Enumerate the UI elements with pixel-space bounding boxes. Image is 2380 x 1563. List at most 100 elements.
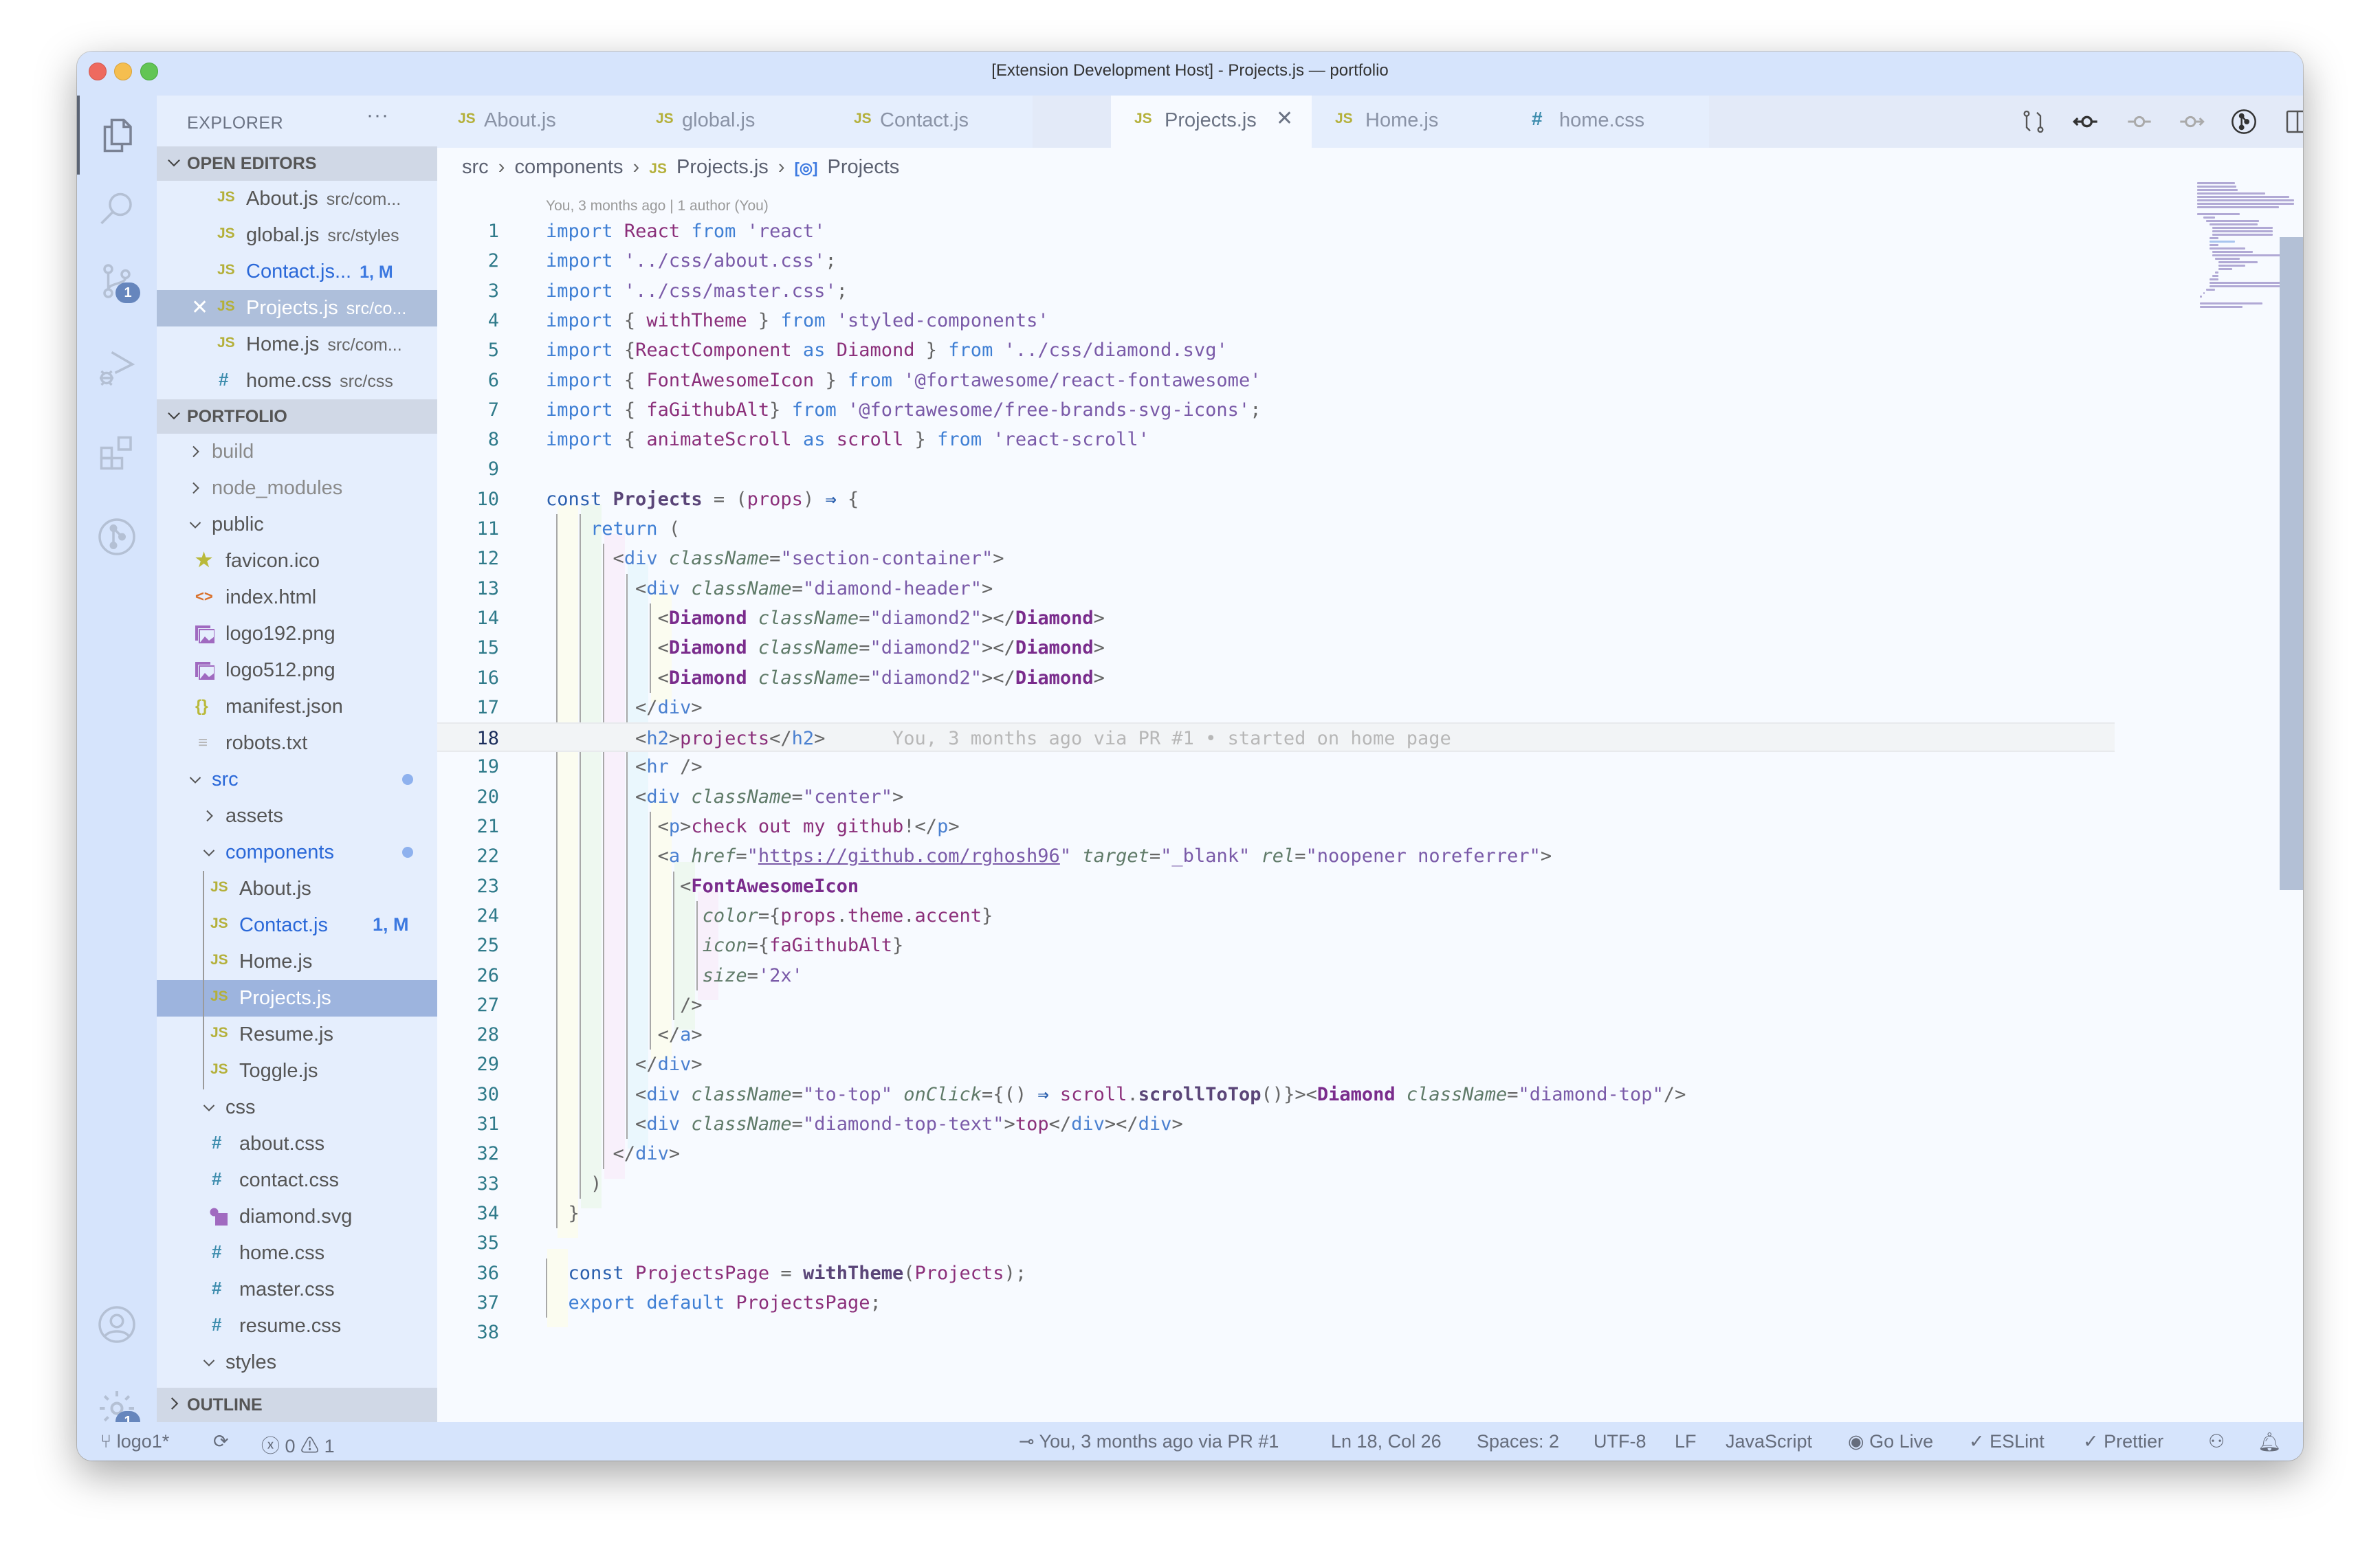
sync-icon[interactable]: ⟳ [213,1431,229,1452]
git-graph-icon[interactable] [2230,108,2258,135]
code-line[interactable]: 17 </div> [437,693,2303,722]
blame-status[interactable]: ⊸ You, 3 months ago via PR #1 [1019,1431,1279,1452]
code-line[interactable]: 20 <div className="center"> [437,782,2303,812]
code-line[interactable]: 23 <FontAwesomeIcon [437,872,2303,901]
code-editor[interactable]: src › components › JS Projects.js › [◎] … [437,148,2303,1422]
outline-header[interactable]: OUTLINE [157,1388,437,1422]
code-line[interactable]: 27 /> [437,990,2303,1020]
previous-change-arrow-icon[interactable] [2072,108,2100,135]
code-line[interactable]: 38 [437,1318,2303,1347]
tree-folder-src[interactable]: src [157,762,437,798]
search-icon[interactable] [96,189,137,230]
tree-folder-components[interactable]: components [157,834,437,871]
git-graph-icon[interactable] [96,516,137,557]
code-line[interactable]: 36 const ProjectsPage = withTheme(Projec… [437,1259,2303,1288]
close-editor-icon[interactable]: ✕ [191,296,208,320]
code-line[interactable]: 28 </a> [437,1020,2303,1050]
tree-file-about-css[interactable]: # about.css [157,1126,437,1162]
tab-projects-js[interactable]: JS Projects.js ✕ [1111,96,1312,148]
run-debug-icon[interactable] [96,347,137,388]
tree-folder-public[interactable]: public [157,507,437,543]
tree-file-favicon[interactable]: ★ favicon.ico [157,543,437,579]
code-line[interactable]: 26 size='2x' [437,961,2303,990]
code-line[interactable]: 8 import { animateScroll as scroll } from… [437,425,2303,454]
explorer-icon[interactable] [96,115,137,156]
vertical-scrollbar[interactable] [2280,237,2303,890]
code-line[interactable]: 34 } [437,1199,2303,1228]
code-line[interactable]: 33 ) [437,1169,2303,1199]
previous-change-icon[interactable] [2126,108,2153,135]
tab-contact-js[interactable]: JS Contact.js [833,96,1033,148]
tree-file-index-html[interactable]: <> index.html [157,579,437,616]
tree-file-projects-js-selected[interactable]: JS Projects.js [157,980,437,1017]
tree-file-resume-js[interactable]: JS Resume.js [157,1017,437,1053]
code-line[interactable]: 7 import { faGithubAlt} from '@fortawesom… [437,395,2303,425]
portfolio-header[interactable]: PORTFOLIO [157,399,437,434]
indentation[interactable]: Spaces: 2 [1477,1431,1559,1452]
code-line[interactable]: 5 import {ReactComponent as Diamond } fro… [437,335,2303,365]
source-control-icon[interactable]: 1 [96,260,140,303]
code-line[interactable]: 21 <p>check out my github!</p> [437,812,2303,841]
code-line[interactable]: 9 [437,454,2303,484]
encoding[interactable]: UTF-8 [1594,1431,1646,1452]
code-line[interactable]: 6 import { FontAwesomeIcon } from '@forta… [437,366,2303,395]
breadcrumb-item[interactable]: Projects [828,156,900,178]
open-editor-item[interactable]: JS About.js src/com... [157,181,437,217]
code-line[interactable]: 32 </div> [437,1139,2303,1168]
tree-file-robots[interactable]: ≡ robots.txt [157,725,437,762]
tree-file-master-css[interactable]: # master.css [157,1272,437,1308]
open-editor-item[interactable]: JS global.js src/styles [157,217,437,254]
tree-folder-node-modules[interactable]: node_modules [157,470,437,507]
problems-status[interactable]: ⓧ 0 ⚠ 1 [261,1431,335,1458]
language-mode[interactable]: JavaScript [1726,1431,1812,1452]
tree-file-home-css[interactable]: # home.css [157,1235,437,1272]
split-editor-icon[interactable] [2284,108,2303,135]
tree-file-logo192[interactable]: logo192.png [157,616,437,652]
tree-file-resume-css[interactable]: # resume.css [157,1308,437,1344]
code-line[interactable]: 3 import '../css/master.css'; [437,276,2303,306]
tab-global-js[interactable]: JS global.js [635,96,833,148]
open-editors-header[interactable]: OPEN EDITORS [157,146,437,181]
code-line[interactable]: 16 <Diamond className="diamond2"></Diamo… [437,663,2303,693]
code-line[interactable]: 25 icon={faGithubAlt} [437,931,2303,960]
tree-file-about-js[interactable]: JS About.js [157,871,437,907]
code-line[interactable]: 11 return ( [437,514,2303,544]
open-changes-icon[interactable] [2020,108,2047,135]
code-line[interactable]: 29 </div> [437,1050,2303,1079]
tree-file-contact-css[interactable]: # contact.css [157,1162,437,1199]
tab-home-js[interactable]: JS Home.js [1312,96,1511,148]
tree-folder-styles[interactable]: styles [157,1344,437,1381]
code-line[interactable]: 35 [437,1228,2303,1258]
tree-folder-css[interactable]: css [157,1089,437,1126]
open-editor-item[interactable]: JS Home.js src/com... [157,326,437,363]
code-line[interactable]: 10 const Projects = (props) ⇒ { [437,485,2303,514]
breadcrumb-item[interactable]: components [514,156,623,178]
end-of-line[interactable]: LF [1675,1431,1697,1452]
blame-codelens[interactable]: You, 3 months ago | 1 author (You) [546,198,769,214]
code-line[interactable]: 31 <div className="diamond-top-text">top… [437,1109,2303,1139]
code-line[interactable]: 24 color={props.theme.accent} [437,901,2303,931]
extensions-icon[interactable] [96,432,137,474]
branch-status[interactable]: ⑂ logo1* [100,1431,169,1452]
tree-file-logo512[interactable]: logo512.png [157,652,437,689]
code-line[interactable]: 12 <div className="section-container"> [437,544,2303,573]
breadcrumb-item[interactable]: Projects.js [676,156,769,178]
open-editor-item-selected[interactable]: ✕ JS Projects.js src/co... [157,290,437,326]
close-tab-icon[interactable]: ✕ [1276,107,1293,131]
tree-file-diamond-svg[interactable]: diamond.svg [157,1199,437,1235]
code-line[interactable]: 1 import React from 'react' [437,217,2303,246]
tree-file-home-js[interactable]: JS Home.js [157,944,437,980]
tree-file-toggle-js[interactable]: JS Toggle.js [157,1053,437,1089]
accounts-icon[interactable] [96,1304,137,1345]
tab-home-css[interactable]: # home.css [1511,96,1709,148]
code-line[interactable]: 15 <Diamond className="diamond2"></Diamo… [437,633,2303,663]
go-live-button[interactable]: ◉ Go Live [1848,1431,1933,1452]
code-line[interactable]: 30 <div className="to-top" onClick={() ⇒… [437,1080,2303,1109]
code-line[interactable]: 19 <hr /> [437,752,2303,782]
prettier-status[interactable]: ✓ Prettier [2083,1431,2163,1452]
code-line[interactable]: 14 <Diamond className="diamond2"></Diamo… [437,603,2303,633]
cursor-position[interactable]: Ln 18, Col 26 [1331,1431,1442,1452]
tree-folder-build[interactable]: build [157,434,437,470]
code-line[interactable]: 22 <a href="https://github.com/rghosh96"… [437,841,2303,871]
tree-folder-assets[interactable]: assets [157,798,437,834]
